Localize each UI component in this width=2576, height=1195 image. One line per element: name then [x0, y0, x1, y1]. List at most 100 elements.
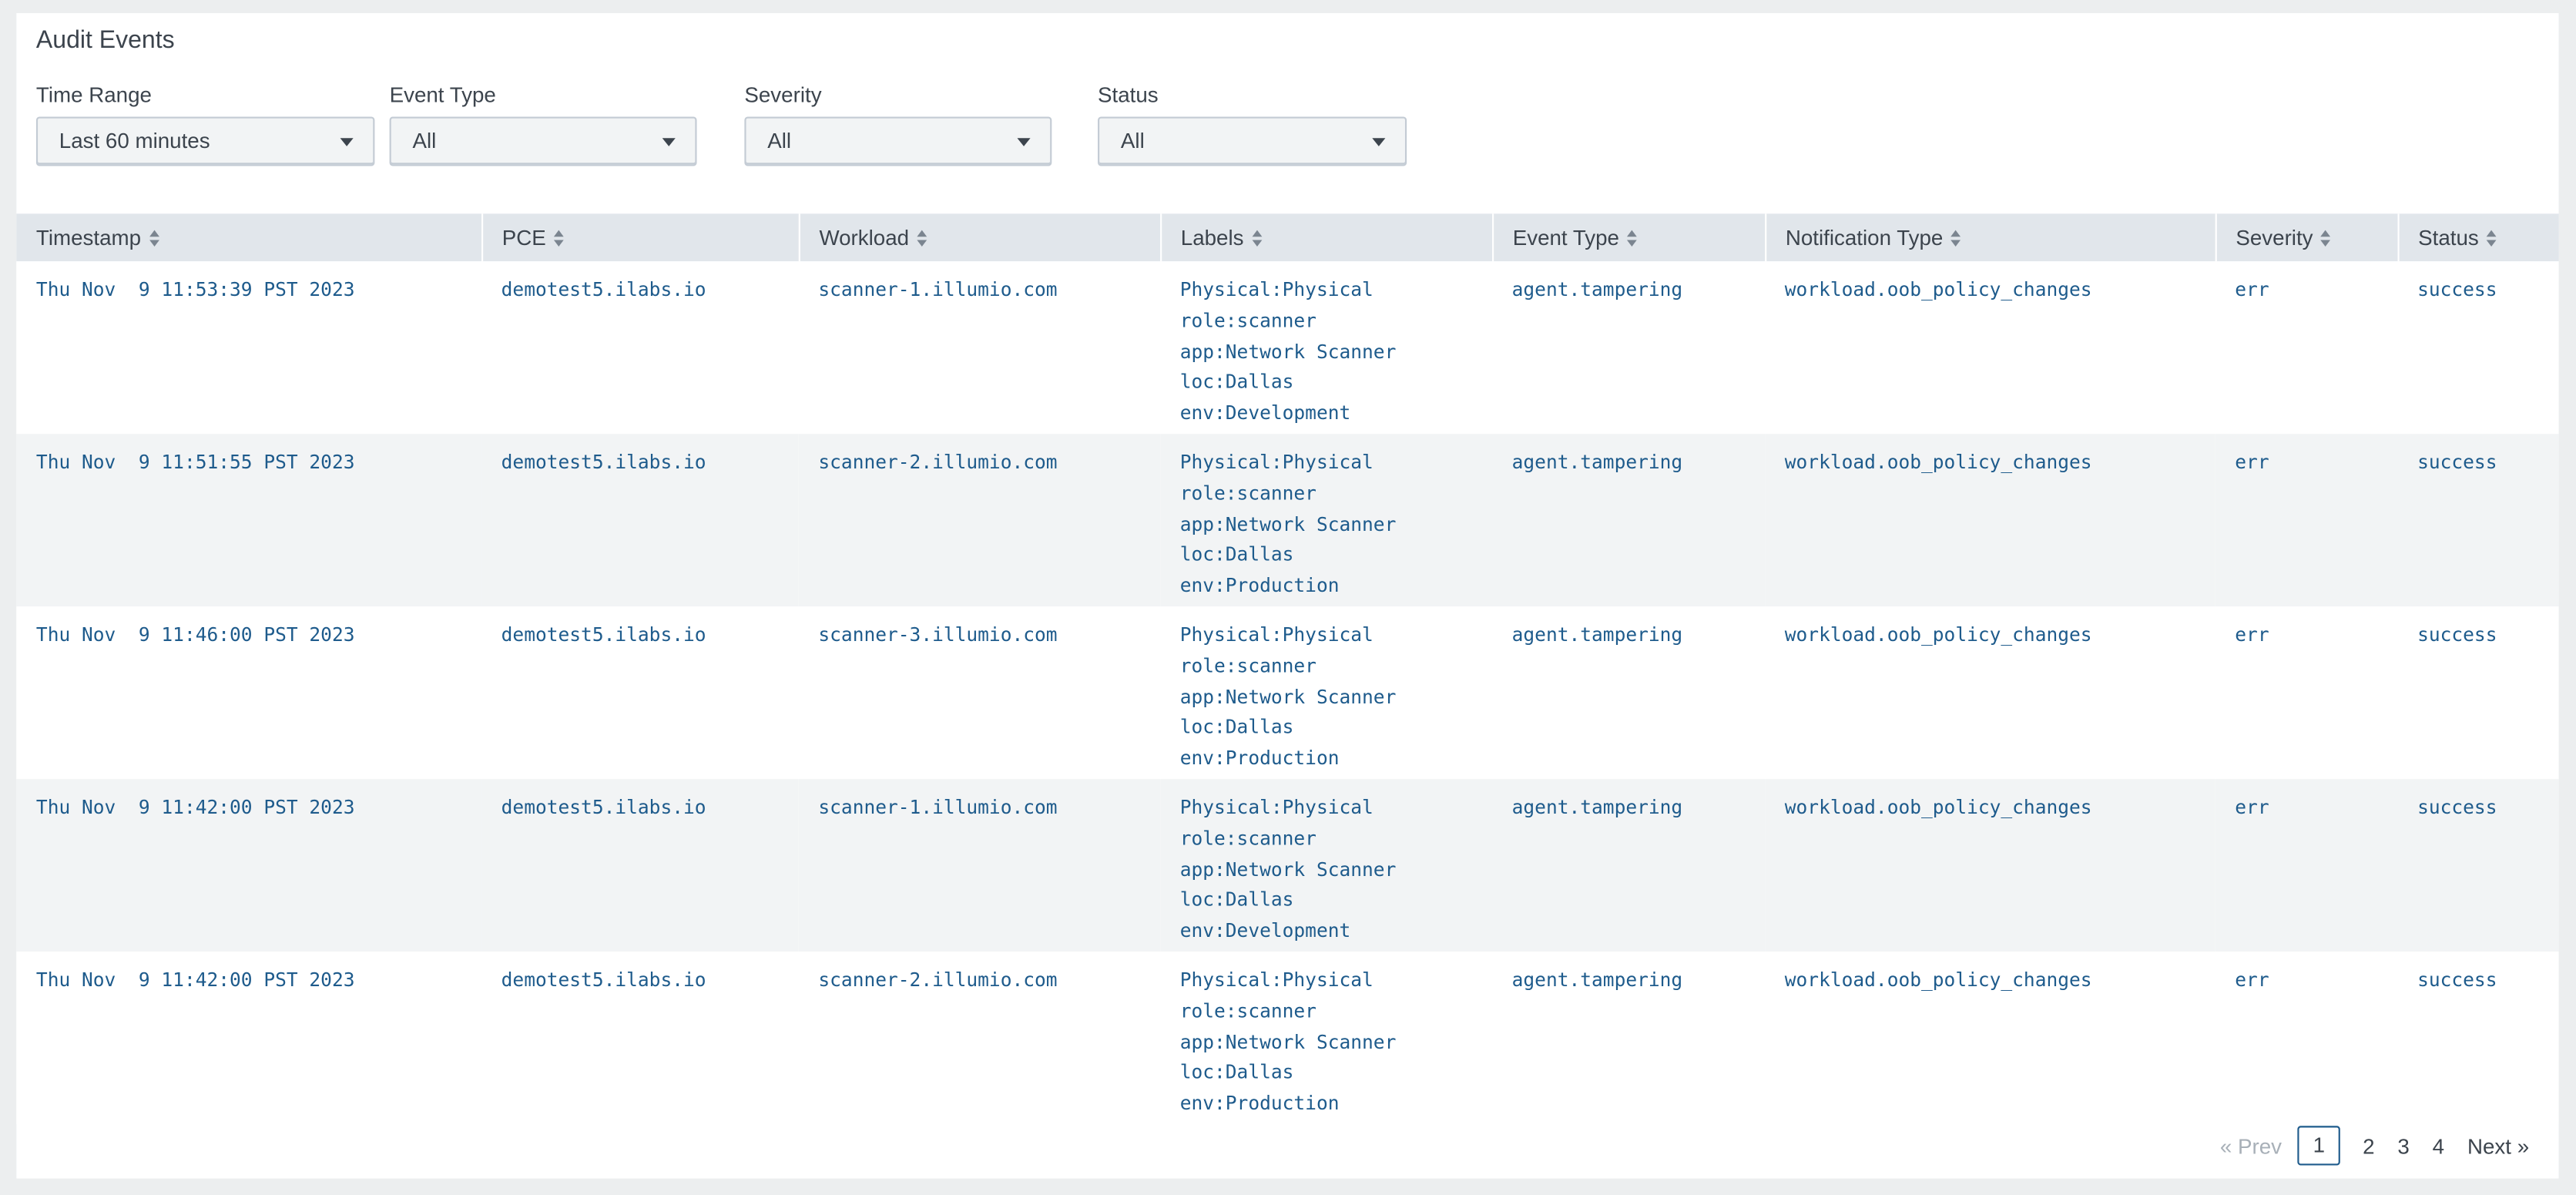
pce-cell[interactable]: demotest5.ilabs.io	[481, 261, 799, 434]
event-type-cell[interactable]: agent.tampering	[1492, 261, 1765, 434]
column-header-event-type[interactable]: Event Type	[1492, 213, 1766, 262]
column-header-timestamp[interactable]: Timestamp	[16, 213, 483, 262]
labels-cell[interactable]: Physical:Physical role:scanner app:Network…	[1160, 606, 1492, 779]
pce-cell[interactable]: demotest5.ilabs.io	[481, 952, 799, 1124]
labels-cell[interactable]: Physical:Physical role:scanner app:Network…	[1160, 261, 1492, 434]
caret-down-icon	[1017, 138, 1031, 146]
column-header-labels[interactable]: Labels	[1160, 213, 1494, 262]
select-value: All	[412, 128, 437, 153]
panel-title: Audit Events	[35, 26, 175, 55]
severity-cell[interactable]: err	[2215, 261, 2398, 434]
label-value: env:Production	[1179, 746, 1340, 770]
table-row[interactable]: Thu Nov 9 11:42:00 PST 2023 demotest5.il…	[16, 952, 2559, 1125]
label-value: Physical:Physical	[1179, 795, 1374, 819]
page-button-2[interactable]: 2	[2363, 1133, 2374, 1158]
event-type-cell[interactable]: agent.tampering	[1492, 952, 1765, 1124]
severity-cell[interactable]: err	[2215, 434, 2398, 606]
event-type-select[interactable]: All	[389, 116, 697, 166]
label-value: loc:Dallas	[1179, 1060, 1294, 1084]
sort-icon	[1627, 229, 1638, 247]
table-row[interactable]: Thu Nov 9 11:51:55 PST 2023 demotest5.il…	[16, 434, 2559, 607]
column-header-label: Event Type	[1512, 225, 1619, 250]
labels-cell[interactable]: Physical:Physical role:scanner app:Network…	[1160, 952, 1492, 1124]
label-value: app:Network Scanner	[1179, 857, 1397, 881]
label-value: role:scanner	[1179, 999, 1317, 1022]
workload-cell[interactable]: scanner-3.illumio.com	[799, 606, 1160, 779]
severity-cell[interactable]: err	[2215, 606, 2398, 779]
pce-cell[interactable]: demotest5.ilabs.io	[481, 606, 799, 779]
workload-cell[interactable]: scanner-1.illumio.com	[799, 261, 1160, 434]
labels-cell[interactable]: Physical:Physical role:scanner app:Network…	[1160, 779, 1492, 952]
workload-cell[interactable]: scanner-2.illumio.com	[799, 952, 1160, 1124]
label-value: app:Network Scanner	[1179, 339, 1397, 363]
page-button-4[interactable]: 4	[2433, 1133, 2444, 1158]
notification-type-cell[interactable]: workload.oob_policy_changes	[1765, 952, 2215, 1124]
status-cell[interactable]: success	[2397, 261, 2558, 434]
sort-icon	[149, 229, 159, 247]
sort-icon	[1951, 229, 1961, 247]
notification-type-cell[interactable]: workload.oob_policy_changes	[1765, 261, 2215, 434]
column-header-severity[interactable]: Severity	[2215, 213, 2399, 262]
sort-icon	[1252, 229, 1262, 247]
timestamp-cell[interactable]: Thu Nov 9 11:42:00 PST 2023	[16, 779, 481, 952]
severity-select[interactable]: All	[744, 116, 1052, 166]
timestamp-cell[interactable]: Thu Nov 9 11:51:55 PST 2023	[16, 434, 481, 606]
event-type-cell[interactable]: agent.tampering	[1492, 434, 1765, 606]
select-value: Last 60 minutes	[59, 128, 210, 153]
severity-cell[interactable]: err	[2215, 952, 2398, 1124]
column-header-notification-type[interactable]: Notification Type	[1765, 213, 2216, 262]
status-select[interactable]: All	[1098, 116, 1407, 166]
column-header-label: Status	[2418, 225, 2479, 250]
column-header-status[interactable]: Status	[2397, 213, 2558, 261]
filter-label: Status	[1098, 82, 1159, 107]
label-value: loc:Dallas	[1179, 542, 1294, 566]
workload-cell[interactable]: scanner-1.illumio.com	[799, 779, 1160, 952]
timestamp-cell[interactable]: Thu Nov 9 11:42:00 PST 2023	[16, 952, 481, 1124]
filter-severity: Severity All	[744, 82, 1052, 166]
label-value: role:scanner	[1179, 653, 1317, 677]
page-button-3[interactable]: 3	[2397, 1133, 2409, 1158]
severity-cell[interactable]: err	[2215, 779, 2398, 952]
column-header-label: Notification Type	[1785, 225, 1944, 250]
status-cell[interactable]: success	[2397, 606, 2558, 779]
next-page-button[interactable]: Next »	[2467, 1133, 2529, 1158]
pce-cell[interactable]: demotest5.ilabs.io	[481, 434, 799, 606]
filter-event-type: Event Type All	[389, 82, 697, 166]
prev-page-button: « Prev	[2219, 1133, 2283, 1158]
sort-icon	[554, 229, 565, 247]
event-type-cell[interactable]: agent.tampering	[1492, 606, 1765, 779]
event-type-cell[interactable]: agent.tampering	[1492, 779, 1765, 952]
audit-events-panel: Audit Events Time Range Last 60 minutes …	[16, 13, 2559, 1179]
status-cell[interactable]: success	[2397, 952, 2558, 1124]
labels-cell[interactable]: Physical:Physical role:scanner app:Network…	[1160, 434, 1492, 606]
select-value: All	[767, 128, 792, 153]
workload-cell[interactable]: scanner-2.illumio.com	[799, 434, 1160, 606]
filter-label: Event Type	[389, 82, 496, 107]
timestamp-cell[interactable]: Thu Nov 9 11:46:00 PST 2023	[16, 606, 481, 779]
notification-type-cell[interactable]: workload.oob_policy_changes	[1765, 434, 2215, 606]
label-value: loc:Dallas	[1179, 888, 1294, 911]
label-value: role:scanner	[1179, 308, 1317, 332]
status-cell[interactable]: success	[2397, 434, 2558, 606]
label-value: loc:Dallas	[1179, 370, 1294, 394]
label-value: Physical:Physical	[1179, 277, 1374, 301]
status-cell[interactable]: success	[2397, 779, 2558, 952]
column-header-pce[interactable]: PCE	[481, 213, 800, 262]
table-row[interactable]: Thu Nov 9 11:42:00 PST 2023 demotest5.il…	[16, 779, 2559, 952]
label-value: Physical:Physical	[1179, 623, 1374, 646]
time-range-select[interactable]: Last 60 minutes	[35, 116, 375, 166]
table-header-row: Timestamp PCE Workload Labels Event Type…	[16, 213, 2559, 262]
timestamp-cell[interactable]: Thu Nov 9 11:53:39 PST 2023	[16, 261, 481, 434]
table-row[interactable]: Thu Nov 9 11:53:39 PST 2023 demotest5.il…	[16, 261, 2559, 435]
notification-type-cell[interactable]: workload.oob_policy_changes	[1765, 606, 2215, 779]
label-value: env:Production	[1179, 1091, 1340, 1115]
table-row[interactable]: Thu Nov 9 11:46:00 PST 2023 demotest5.il…	[16, 606, 2559, 780]
page-button-1[interactable]: 1	[2298, 1126, 2340, 1166]
pce-cell[interactable]: demotest5.ilabs.io	[481, 779, 799, 952]
column-header-workload[interactable]: Workload	[798, 213, 1162, 262]
filter-label: Time Range	[35, 82, 152, 107]
caret-down-icon	[662, 138, 676, 146]
sort-icon	[2487, 229, 2497, 247]
notification-type-cell[interactable]: workload.oob_policy_changes	[1765, 779, 2215, 952]
label-value: app:Network Scanner	[1179, 684, 1397, 708]
